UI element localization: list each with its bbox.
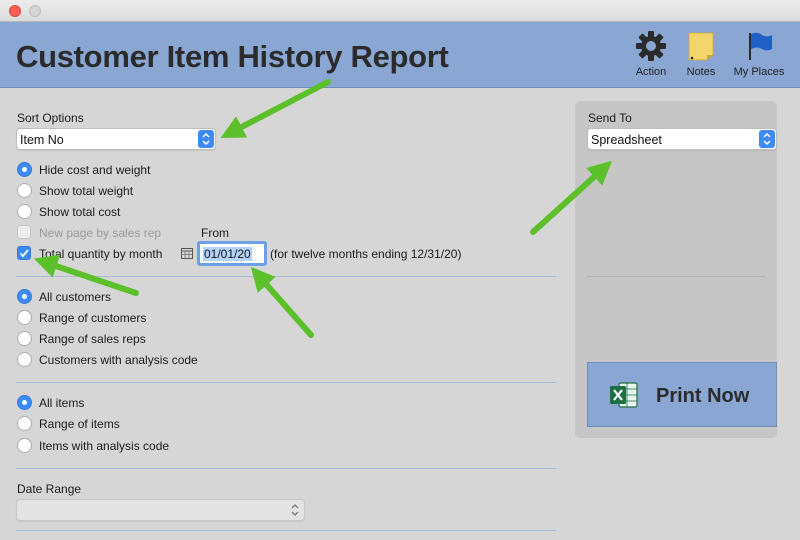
section-divider — [16, 276, 556, 277]
date-range-select[interactable] — [16, 499, 305, 521]
my-places-label: My Places — [733, 66, 785, 78]
section-divider — [16, 530, 556, 531]
sort-options-select[interactable]: Item No — [16, 128, 216, 150]
excel-icon — [610, 382, 638, 408]
close-window-button[interactable] — [9, 5, 21, 17]
radio-button-selected[interactable] — [17, 395, 32, 410]
send-to-select[interactable]: Spreadsheet — [587, 128, 777, 150]
send-to-label: Send To — [588, 111, 632, 125]
radio-label: Hide cost and weight — [39, 163, 151, 177]
radio-button[interactable] — [17, 310, 32, 325]
radio-button[interactable] — [17, 438, 32, 453]
flag-icon — [749, 32, 772, 60]
window-titlebar — [0, 0, 800, 22]
my-places-button[interactable]: My Places — [729, 30, 789, 78]
checkmark-icon — [19, 249, 29, 258]
print-now-button[interactable]: Print Now — [587, 362, 777, 427]
radio-button-selected[interactable] — [17, 289, 32, 304]
checkbox-label: New page by sales rep — [39, 226, 162, 240]
radio-button[interactable] — [17, 331, 32, 346]
select-stepper-icon — [287, 501, 303, 519]
main-content: Sort Options Item No Hide cost and weigh… — [0, 89, 800, 540]
sort-options-value: Item No — [20, 133, 64, 147]
sort-options-label: Sort Options — [17, 111, 84, 125]
radio-label: All items — [39, 396, 85, 410]
from-date-value: 01/01/20 — [203, 247, 252, 261]
action-label: Action — [635, 66, 667, 78]
radio-label: Range of customers — [39, 311, 147, 325]
radio-label: Show total weight — [39, 184, 134, 198]
date-range-label: Date Range — [17, 482, 82, 496]
action-button[interactable]: Action — [628, 30, 674, 78]
section-divider — [16, 382, 556, 383]
radio-button[interactable] — [17, 416, 32, 431]
from-label: From — [201, 226, 229, 240]
radio-label: Items with analysis code — [39, 439, 170, 453]
from-date-input[interactable]: 01/01/20 — [197, 241, 267, 266]
radio-button[interactable] — [17, 352, 32, 367]
section-divider — [16, 468, 556, 469]
notes-label: Notes — [686, 66, 716, 78]
radio-button[interactable] — [17, 204, 32, 219]
radio-button[interactable] — [17, 183, 32, 198]
send-to-value: Spreadsheet — [591, 133, 662, 147]
calendar-icon[interactable] — [181, 248, 193, 259]
print-now-label: Print Now — [656, 385, 750, 407]
report-header: Customer Item History Report Action Note… — [0, 22, 800, 88]
radio-label: Range of items — [39, 417, 120, 431]
select-stepper-icon — [759, 130, 775, 148]
notes-button[interactable]: Notes — [682, 30, 720, 78]
radio-button-selected[interactable] — [17, 162, 32, 177]
page-title: Customer Item History Report — [16, 39, 449, 74]
radio-label: Customers with analysis code — [39, 353, 198, 367]
gear-icon — [636, 31, 666, 61]
checkbox-disabled — [17, 225, 31, 239]
sticky-note-icon — [688, 32, 714, 61]
minimize-window-button[interactable] — [29, 5, 41, 17]
radio-label: Range of sales reps — [39, 332, 146, 346]
select-stepper-icon — [198, 130, 214, 148]
checkbox-label: Total quantity by month — [39, 247, 163, 261]
checkbox-checked[interactable] — [17, 246, 31, 260]
radio-label: All customers — [39, 290, 112, 304]
panel-divider — [587, 276, 765, 277]
radio-label: Show total cost — [39, 205, 121, 219]
total-quantity-by-month-checkbox[interactable]: Total quantity by month — [17, 246, 177, 262]
twelve-months-note: (for twelve months ending 12/31/20) — [270, 247, 462, 261]
